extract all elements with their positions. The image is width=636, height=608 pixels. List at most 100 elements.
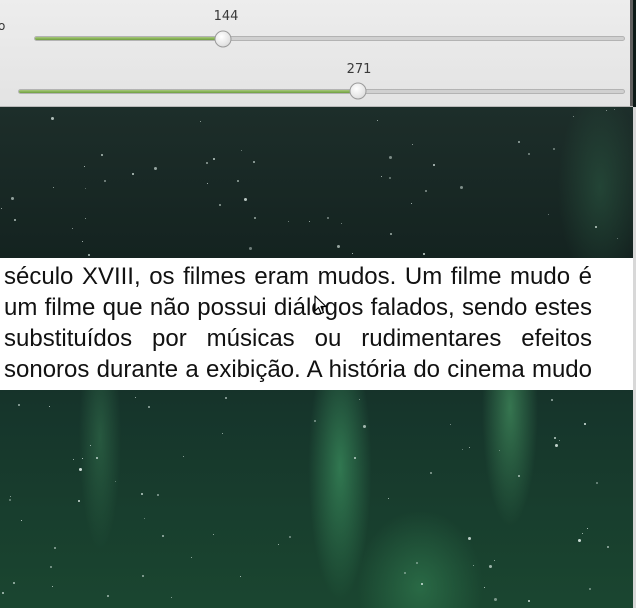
star [253, 161, 255, 163]
star [589, 588, 591, 590]
star [53, 187, 54, 188]
star [607, 546, 609, 548]
star [606, 110, 607, 111]
screen: o 144 271 século XVIII, os filmes eram m… [0, 0, 636, 608]
star [289, 536, 291, 538]
star [241, 150, 242, 151]
star [327, 217, 329, 219]
star [79, 468, 82, 471]
star [72, 228, 73, 229]
star [528, 600, 530, 602]
star [555, 444, 558, 447]
star [617, 238, 618, 239]
star [85, 188, 86, 189]
star [389, 156, 392, 159]
star [154, 167, 157, 170]
star [1, 208, 2, 209]
star [78, 500, 80, 502]
star [518, 141, 520, 143]
control-panel: o 144 271 [0, 0, 633, 107]
star [377, 120, 378, 121]
star [359, 399, 360, 400]
star [104, 180, 106, 182]
star [389, 177, 391, 179]
star [132, 173, 134, 175]
star [96, 457, 98, 459]
star [135, 397, 136, 398]
slider-2-track[interactable] [18, 89, 625, 94]
star [484, 587, 485, 588]
star [596, 482, 598, 484]
star [101, 154, 103, 156]
star [314, 420, 316, 422]
slider-2-fill [19, 90, 358, 93]
star [249, 247, 252, 250]
star [595, 226, 597, 228]
star [11, 197, 14, 200]
slider-1-fill [35, 37, 224, 40]
star [237, 180, 239, 182]
star [2, 592, 4, 594]
star [433, 164, 435, 166]
star [141, 493, 143, 495]
slider-2-value: 271 [346, 62, 372, 77]
star [421, 583, 423, 585]
caption-box: século XVIII, os filmes eram mudos. Um f… [0, 258, 633, 390]
slider-1-label: o [0, 19, 6, 33]
star [548, 214, 549, 215]
arrow-pointer-icon [314, 295, 327, 315]
slider-2-knob[interactable] [349, 82, 367, 100]
star [52, 586, 53, 587]
star [213, 158, 215, 160]
star [469, 447, 470, 448]
slider-1-track[interactable] [34, 36, 625, 41]
star [425, 190, 427, 192]
star [416, 562, 418, 564]
star [354, 457, 356, 459]
star [213, 534, 214, 535]
star [578, 539, 581, 542]
star [82, 241, 83, 242]
slider-1-knob[interactable] [214, 30, 232, 48]
star [85, 218, 86, 219]
star [73, 459, 74, 460]
star [450, 424, 451, 425]
star [462, 449, 463, 450]
star [341, 223, 342, 224]
star [390, 233, 392, 235]
star [14, 219, 16, 221]
slider-1-value: 144 [213, 9, 239, 24]
star [107, 595, 109, 597]
star [244, 198, 247, 201]
star [430, 472, 432, 474]
star [584, 423, 586, 425]
star [423, 253, 425, 255]
star [191, 557, 192, 558]
star [148, 406, 150, 408]
star [337, 245, 340, 248]
star [278, 544, 279, 545]
star [412, 144, 413, 145]
star [528, 153, 530, 155]
star [614, 109, 615, 110]
star [115, 481, 116, 482]
panel-edge [630, 0, 633, 106]
star [518, 475, 520, 477]
star [388, 498, 389, 499]
star [10, 496, 11, 497]
star [157, 494, 159, 496]
star [288, 221, 289, 222]
star [411, 203, 412, 204]
star [381, 176, 382, 177]
star [587, 528, 588, 529]
star [404, 572, 406, 574]
star [142, 575, 144, 577]
star [21, 520, 22, 521]
star [551, 399, 553, 401]
star [162, 535, 164, 537]
star [183, 456, 184, 457]
star [200, 121, 201, 122]
star [51, 117, 54, 120]
star [54, 547, 56, 549]
star [84, 166, 85, 167]
